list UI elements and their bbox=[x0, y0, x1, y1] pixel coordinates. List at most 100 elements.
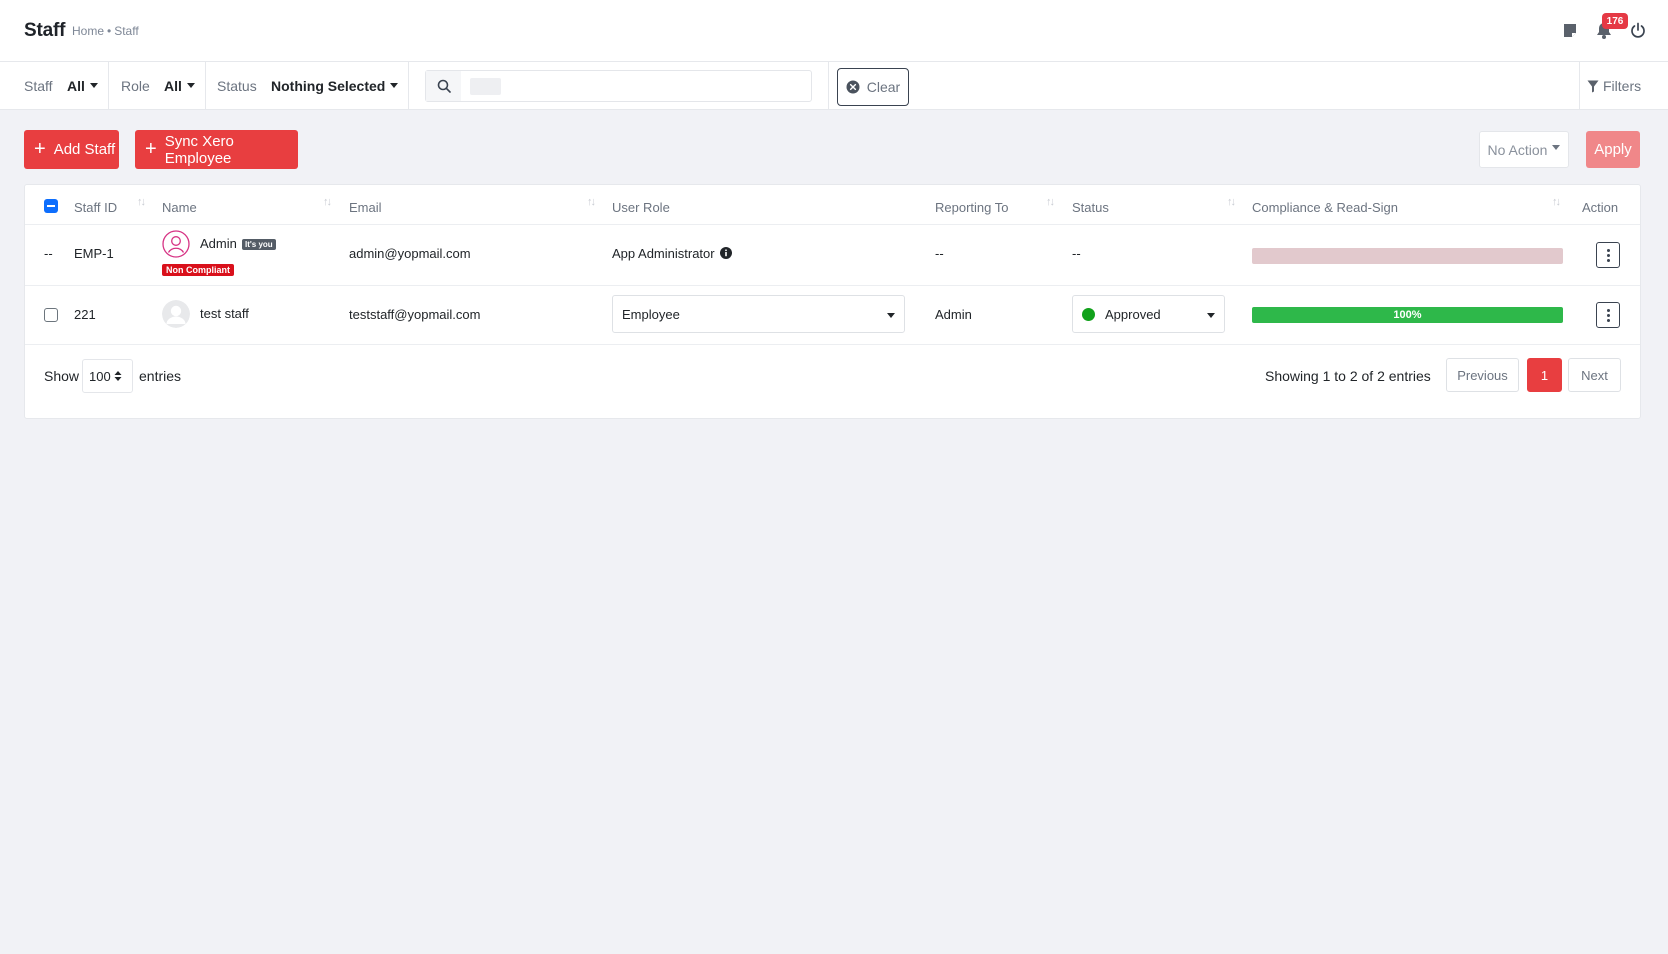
next-page-button[interactable]: Next bbox=[1568, 358, 1621, 392]
clear-button-label: Clear bbox=[866, 79, 901, 95]
staff-filter-value: All bbox=[67, 78, 85, 94]
avatar bbox=[162, 300, 190, 328]
search-input[interactable] bbox=[462, 71, 811, 101]
search-icon bbox=[426, 71, 461, 101]
divider bbox=[1579, 62, 1580, 110]
page-length-select[interactable]: 100 bbox=[82, 359, 133, 393]
chat-icon[interactable] bbox=[1560, 20, 1580, 40]
user-role-text: App Administrator bbox=[612, 246, 715, 261]
plus-icon: + bbox=[145, 137, 157, 160]
sort-icon[interactable]: ↑↓ bbox=[137, 196, 146, 208]
column-header-user-role: User Role bbox=[612, 200, 670, 215]
avatar bbox=[162, 230, 190, 258]
caret-down-icon bbox=[1552, 145, 1561, 150]
email: teststaff@yopmail.com bbox=[349, 307, 481, 322]
close-circle-icon bbox=[846, 80, 860, 94]
info-icon[interactable] bbox=[720, 247, 733, 259]
column-header-compliance[interactable]: Compliance & Read-Sign bbox=[1252, 200, 1398, 215]
sync-xero-employee-button[interactable]: + Sync Xero Employee bbox=[135, 130, 298, 169]
staff-id: EMP-1 bbox=[74, 246, 114, 261]
breadcrumb-home[interactable]: Home bbox=[72, 24, 104, 38]
sort-icon[interactable]: ↑↓ bbox=[587, 196, 596, 208]
non-compliant-badge: Non Compliant bbox=[162, 264, 234, 276]
filter-icon bbox=[1587, 80, 1599, 92]
page-title: Staff bbox=[24, 20, 66, 41]
staff-table-card: Staff ID ↑↓ Name ↑↓ Email ↑↓ User Role R… bbox=[24, 184, 1641, 419]
role-filter-value: All bbox=[164, 78, 182, 94]
apply-button[interactable]: Apply bbox=[1586, 131, 1640, 168]
filters-label: Filters bbox=[1603, 78, 1642, 94]
role-filter-label: Role bbox=[121, 78, 150, 94]
breadcrumb-separator: • bbox=[107, 24, 112, 38]
compliance-progress-label: 100% bbox=[1393, 309, 1422, 321]
status-select-value: Approved bbox=[1105, 306, 1161, 322]
select-all-checkbox[interactable] bbox=[44, 199, 58, 213]
divider bbox=[408, 62, 409, 110]
caret-down-icon bbox=[1207, 313, 1215, 318]
plus-icon: + bbox=[34, 137, 46, 160]
sort-icon[interactable]: ↑↓ bbox=[1227, 196, 1236, 208]
breadcrumb: Home • Staff bbox=[72, 24, 139, 38]
email: admin@yopmail.com bbox=[349, 246, 471, 261]
user-role: App Administrator bbox=[612, 246, 733, 261]
user-role-select-value: Employee bbox=[622, 306, 680, 322]
column-header-reporting-to[interactable]: Reporting To bbox=[935, 200, 1008, 215]
page-1-button[interactable]: 1 bbox=[1527, 358, 1562, 392]
sort-icon[interactable]: ↑↓ bbox=[323, 196, 332, 208]
row-actions-menu-button[interactable] bbox=[1596, 302, 1620, 328]
sort-icon[interactable]: ↑↓ bbox=[1046, 196, 1055, 208]
row-select-placeholder: -- bbox=[44, 246, 53, 261]
table-info: Showing 1 to 2 of 2 entries bbox=[1265, 368, 1431, 384]
its-you-badge: It's you bbox=[242, 239, 276, 250]
staff-filter-dropdown[interactable]: All bbox=[67, 78, 98, 94]
sort-icon[interactable]: ↑↓ bbox=[1552, 196, 1561, 208]
bulk-action-select[interactable]: No Action bbox=[1479, 131, 1569, 168]
divider bbox=[205, 62, 206, 110]
breadcrumb-current: Staff bbox=[114, 24, 139, 38]
divider bbox=[25, 224, 1640, 225]
reporting-to: -- bbox=[935, 246, 944, 261]
search-box bbox=[425, 70, 812, 102]
show-label: Show bbox=[44, 368, 80, 384]
previous-page-button[interactable]: Previous bbox=[1446, 358, 1519, 392]
filter-bar: Staff All Role All Status Nothing Select… bbox=[0, 62, 1668, 110]
column-header-email[interactable]: Email bbox=[349, 200, 382, 215]
caret-down-icon bbox=[887, 313, 895, 318]
staff-filter-label: Staff bbox=[24, 78, 53, 94]
caret-down-icon bbox=[186, 82, 195, 88]
divider bbox=[25, 344, 1640, 345]
compliance-progress-bar bbox=[1252, 248, 1563, 264]
reporting-to: Admin bbox=[935, 307, 972, 322]
power-icon[interactable] bbox=[1628, 20, 1648, 40]
staff-id: 221 bbox=[74, 307, 96, 322]
row-actions-menu-button[interactable] bbox=[1596, 242, 1620, 268]
caret-down-icon bbox=[390, 82, 399, 88]
add-staff-button[interactable]: + Add Staff bbox=[24, 130, 119, 169]
staff-name[interactable]: test staff bbox=[200, 306, 249, 321]
caret-down-icon bbox=[89, 82, 98, 88]
role-filter-dropdown[interactable]: All bbox=[164, 78, 195, 94]
status-filter-label: Status bbox=[217, 78, 257, 94]
column-header-status[interactable]: Status bbox=[1072, 200, 1109, 215]
user-role-select[interactable]: Employee bbox=[612, 295, 905, 333]
clear-button[interactable]: Clear bbox=[837, 68, 909, 106]
sync-xero-label: Sync Xero Employee bbox=[164, 132, 234, 167]
divider bbox=[828, 62, 829, 110]
page-length-value: 100 bbox=[89, 368, 111, 384]
entries-label: entries bbox=[139, 368, 182, 384]
status-filter-value: Nothing Selected bbox=[271, 78, 386, 94]
sort-caret-icon bbox=[114, 371, 122, 381]
column-header-name[interactable]: Name bbox=[162, 200, 197, 215]
status: -- bbox=[1072, 246, 1081, 261]
bulk-action-value: No Action bbox=[1487, 141, 1548, 158]
notification-badge: 176 bbox=[1602, 13, 1628, 29]
compliance-progress-bar: 100% bbox=[1252, 307, 1563, 323]
filters-button[interactable]: Filters bbox=[1587, 78, 1641, 94]
staff-name[interactable]: Admin bbox=[200, 236, 237, 251]
divider bbox=[108, 62, 109, 110]
row-checkbox[interactable] bbox=[44, 308, 58, 322]
status-filter-dropdown[interactable]: Nothing Selected bbox=[271, 78, 399, 94]
status-select[interactable]: Approved bbox=[1072, 295, 1225, 333]
divider bbox=[25, 285, 1640, 286]
column-header-staff-id[interactable]: Staff ID bbox=[74, 200, 117, 215]
